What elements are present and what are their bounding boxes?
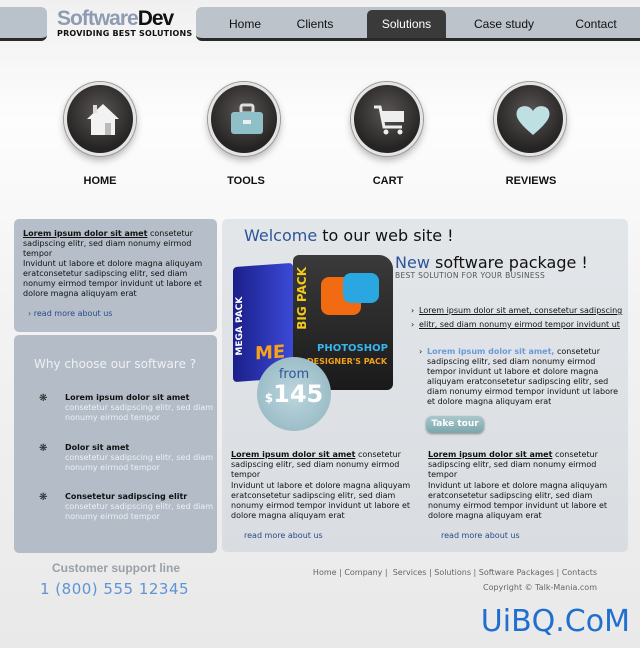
- cart-icon: [374, 105, 404, 135]
- snowflake-icon: ❋: [39, 443, 48, 454]
- column-2: Lorem ipsum dolor sit amet consetetur sa…: [428, 450, 622, 480]
- package-link-text: Lorem ipsum dolor sit amet, consetetur s…: [419, 306, 623, 315]
- nav-case-study[interactable]: Case study: [464, 10, 544, 38]
- about-read-more[interactable]: › read more about us: [28, 309, 112, 318]
- package-link[interactable]: › Lorem ipsum dolor sit amet, consetetur …: [411, 306, 623, 316]
- col1-read-more[interactable]: read more about us: [244, 531, 323, 540]
- designers-pack-label: DESIGNER'S PACK: [307, 357, 388, 366]
- col2-read-more[interactable]: read more about us: [441, 531, 520, 540]
- footer-link-home[interactable]: Home: [313, 568, 337, 577]
- logo-dark: Dev: [137, 7, 175, 30]
- footer-link-company[interactable]: Company: [344, 568, 382, 577]
- nav-contact[interactable]: Contact: [564, 10, 628, 38]
- main-nav: Home Clients Solutions Case study Contac…: [196, 7, 640, 41]
- package-subtitle: BEST SOLUTION FOR YOUR BUSINESS: [395, 271, 546, 280]
- about-bold-link[interactable]: Lorem ipsum dolor sit amet: [23, 229, 147, 238]
- package-paragraph: › Lorem ipsum dolor sit amet, consetetur …: [419, 347, 619, 406]
- take-tour-button[interactable]: Take tour: [426, 416, 484, 433]
- about-read-more-label: read more about us: [33, 309, 113, 318]
- tools-label[interactable]: TOOLS: [196, 175, 296, 187]
- about-text2: Invidunt ut labore et dolore magna aliqu…: [23, 259, 203, 298]
- price-badge: from $145: [257, 357, 331, 431]
- logo-light: Software: [57, 7, 139, 30]
- new-rest: software package !: [429, 253, 588, 272]
- toolbox-icon: [231, 103, 263, 134]
- logo[interactable]: SoftwareDev PROVIDING BEST SOLUTIONS: [57, 8, 192, 38]
- home-button[interactable]: [64, 82, 136, 156]
- welcome-hl: Welcome: [244, 226, 318, 245]
- header-left-tab: [0, 7, 47, 41]
- tools-button[interactable]: [208, 82, 280, 156]
- copyright: Copyright © Talk-Mania.com: [482, 583, 597, 592]
- support-label: Customer support line: [52, 561, 181, 575]
- cart-button[interactable]: [351, 82, 423, 156]
- footer-link-services[interactable]: Services: [393, 568, 427, 577]
- feature-text: consetetur sadipscing elitr, sed diam no…: [65, 403, 214, 422]
- feature-text: consetetur sadipscing elitr, sed diam no…: [65, 502, 214, 521]
- welcome-rest: to our web site !: [317, 226, 454, 245]
- heart-icon: [516, 106, 550, 135]
- feature-title: Dolor sit amet: [65, 443, 130, 452]
- feature-text: consetetur sadipscing elitr, sed diam no…: [65, 453, 214, 472]
- home-label[interactable]: HOME: [50, 175, 150, 187]
- column-1: Lorem ipsum dolor sit amet consetetur sa…: [231, 450, 425, 480]
- house-icon: [87, 104, 119, 135]
- about-panel: Lorem ipsum dolor sit amet consetetur sa…: [14, 219, 217, 332]
- logo-tagline: PROVIDING BEST SOLUTIONS: [57, 29, 193, 38]
- package-para-hl: Lorem ipsum dolor sit amet,: [427, 347, 555, 356]
- photoshop-label: PHOTOSHOP: [317, 343, 388, 354]
- reviews-button[interactable]: [494, 82, 566, 156]
- cart-label[interactable]: CART: [338, 175, 438, 187]
- about-text: Lorem ipsum dolor sit amet consetetur sa…: [23, 229, 215, 259]
- welcome-heading: Welcome to our web site !: [244, 226, 454, 245]
- snowflake-icon: ❋: [39, 393, 48, 404]
- footer-link-solutions[interactable]: Solutions: [434, 568, 471, 577]
- nav-home[interactable]: Home: [216, 10, 274, 38]
- col2-text2: Invidunt ut labore et dolore magna aliqu…: [428, 481, 608, 520]
- nav-clients[interactable]: Clients: [286, 10, 344, 38]
- reviews-label[interactable]: REVIEWS: [481, 175, 581, 187]
- support-phone[interactable]: 1 (800) 555 12345: [40, 580, 189, 598]
- package-link-text: elitr, sed diam nonumy eirmod tempor inv…: [419, 320, 620, 329]
- new-hl: New: [395, 253, 430, 272]
- col1-text2: Invidunt ut labore et dolore magna aliqu…: [231, 481, 411, 520]
- big-pack-label: BIG PACK: [295, 267, 309, 330]
- package-link[interactable]: › elitr, sed diam nonumy eirmod tempor in…: [411, 320, 620, 330]
- feature-title: Lorem ipsum dolor sit amet: [65, 393, 190, 402]
- col2-bold-link[interactable]: Lorem ipsum dolor sit amet: [428, 450, 552, 459]
- footer-link-contacts[interactable]: Contacts: [562, 568, 597, 577]
- product-boxes-image: MEGA PACK ME BIG PACK PHOTOSHOP DESIGNER…: [231, 253, 393, 433]
- watermark: UiBQ.CoM: [480, 604, 630, 639]
- footer-link-software-packages[interactable]: Software Packages: [479, 568, 554, 577]
- why-title: Why choose our software ?: [34, 357, 197, 371]
- new-package-heading: New software package !: [395, 253, 588, 272]
- footer-links: Home | Company | Services | Solutions | …: [312, 568, 597, 577]
- col1-bold-link[interactable]: Lorem ipsum dolor sit amet: [231, 450, 355, 459]
- feature-title: Consetetur sadipscing elitr: [65, 492, 188, 501]
- price-value: 145: [273, 380, 324, 408]
- price-currency: $: [264, 391, 274, 405]
- logo-blue: [343, 273, 379, 303]
- snowflake-icon: ❋: [39, 492, 48, 503]
- nav-solutions[interactable]: Solutions: [367, 10, 446, 38]
- mega-pack-label: MEGA PACK: [235, 296, 245, 356]
